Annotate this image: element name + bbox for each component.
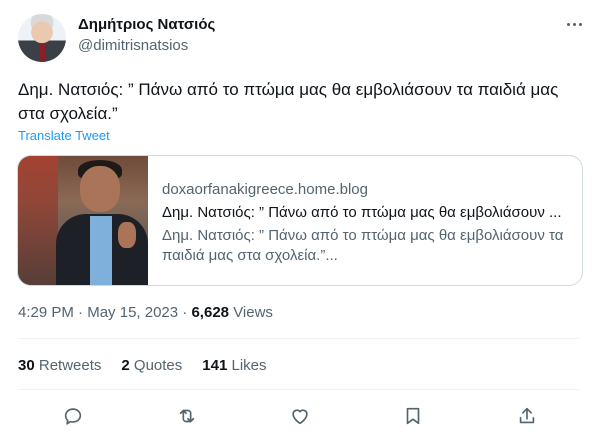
retweets-label: Retweets: [38, 357, 102, 374]
engagement-stats: 30 Retweets 2 Quotes 141 Likes: [18, 357, 267, 374]
tweet-time[interactable]: 4:29 PM: [18, 304, 74, 321]
like-icon[interactable]: [285, 401, 315, 431]
retweet-icon[interactable]: [172, 401, 202, 431]
card-description: Δημ. Νατσιός: ” Πάνω από το πτώμα μας θα…: [162, 227, 564, 264]
link-preview-card[interactable]: doxaorfanakigreece.home.blog Δημ. Νατσιό…: [17, 155, 583, 286]
author-handle[interactable]: @dimitrisnatsios: [78, 37, 188, 54]
tweet-meta: 4:29 PM · May 15, 2023 · 6,628 Views: [18, 304, 273, 321]
meta-separator: ·: [78, 304, 84, 321]
tweet-date[interactable]: May 15, 2023: [87, 304, 178, 321]
meta-separator: ·: [182, 304, 188, 321]
author-avatar[interactable]: [18, 14, 66, 62]
action-bar: [0, 401, 598, 431]
tweet-text: Δημ. Νατσιός: ” Πάνω από το πτώμα μας θα…: [18, 80, 559, 123]
likes-count: 141: [202, 357, 228, 374]
retweets-stat[interactable]: 30 Retweets: [18, 357, 101, 374]
views-count: 6,628: [191, 304, 230, 321]
retweets-count: 30: [18, 357, 35, 374]
card-title: Δημ. Νατσιός: ” Πάνω από το πτώμα μας θα…: [162, 204, 562, 221]
quotes-stat[interactable]: 2 Quotes: [121, 357, 182, 374]
bookmark-icon[interactable]: [398, 401, 428, 431]
share-icon[interactable]: [512, 401, 542, 431]
author-name[interactable]: Δημήτριος Νατσιός: [78, 16, 215, 33]
quotes-count: 2: [121, 357, 130, 374]
views-label: Views: [233, 304, 273, 321]
link-preview-image: [18, 156, 148, 285]
translate-tweet-link[interactable]: Translate Tweet: [18, 128, 110, 143]
likes-stat[interactable]: 141 Likes: [202, 357, 266, 374]
card-domain: doxaorfanakigreece.home.blog: [162, 181, 368, 198]
divider: [18, 389, 580, 390]
likes-label: Likes: [231, 357, 267, 374]
divider: [18, 338, 580, 339]
reply-icon[interactable]: [58, 401, 88, 431]
more-options-icon[interactable]: [564, 16, 584, 32]
quotes-label: Quotes: [133, 357, 183, 374]
